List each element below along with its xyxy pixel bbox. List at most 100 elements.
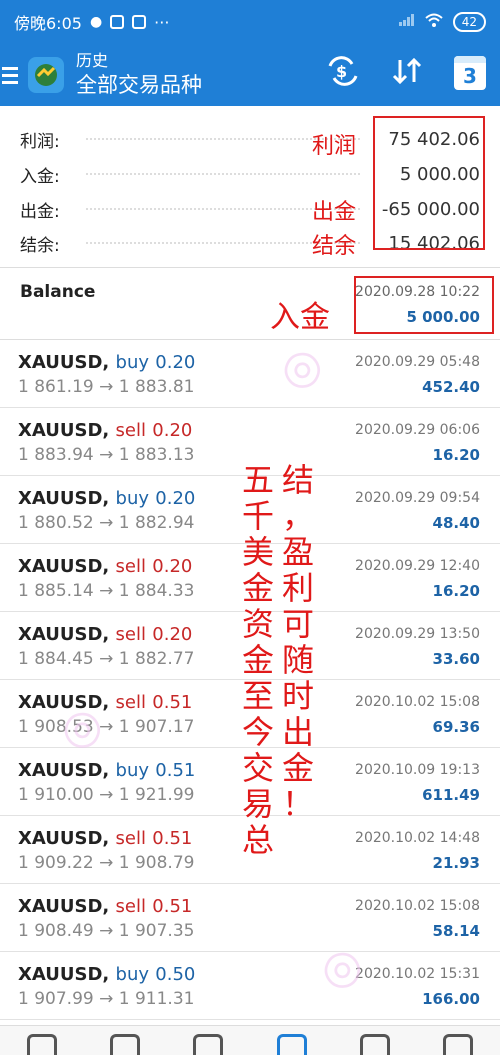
- trade-date: 2020.10.02 15:31: [355, 966, 480, 982]
- trade-date: 2020.09.29 12:40: [355, 558, 480, 574]
- trade-side: sell: [115, 624, 146, 645]
- trade-symbol: XAUUSD, buy 0.20: [18, 352, 195, 373]
- annotation-char: 随: [281, 641, 314, 679]
- wifi-icon: [425, 13, 443, 31]
- trade-symbol-name: XAUUSD,: [18, 420, 110, 441]
- trade-symbol-name: XAUUSD,: [18, 488, 110, 509]
- trade-profit: 58.14: [432, 922, 480, 940]
- trade-profit: 21.93: [432, 854, 480, 872]
- trade-symbol: XAUUSD, sell 0.51: [18, 896, 192, 917]
- trade-profit: 611.49: [422, 786, 480, 804]
- page-title[interactable]: 全部交易品种: [76, 71, 202, 99]
- trade-lots: 0.51: [152, 896, 193, 917]
- trade-date: 2020.10.02 15:08: [355, 898, 480, 914]
- currency-exchange-icon[interactable]: $: [326, 56, 360, 90]
- trade-symbol-name: XAUUSD,: [18, 896, 110, 917]
- notification-icon: [110, 15, 125, 29]
- annotation-deposit: 入金: [270, 300, 330, 335]
- status-time: 傍晚6:05: [14, 14, 82, 33]
- trade-date: 2020.09.29 05:48: [355, 354, 480, 370]
- trade-side: sell: [115, 556, 146, 577]
- trade-row[interactable]: XAUUSD, buy 0.50 1 907.99 → 1 911.31 2020.…: [0, 952, 500, 1020]
- trade-date: 2020.09.29 06:06: [355, 422, 480, 438]
- annotation-char: 美: [241, 533, 274, 571]
- trade-side: buy: [115, 352, 150, 373]
- trade-side: sell: [115, 420, 146, 441]
- trade-icon[interactable]: [193, 1034, 224, 1055]
- trade-symbol: XAUUSD, sell 0.20: [18, 624, 192, 645]
- trade-date: 2020.09.29 09:54: [355, 490, 480, 506]
- annotation-box-balance: [354, 276, 494, 334]
- trade-date: 2020.10.02 14:48: [355, 830, 480, 846]
- annotation-char: 出: [281, 713, 314, 751]
- annotation-profit: 利润: [312, 134, 357, 159]
- history-icon[interactable]: [276, 1034, 307, 1055]
- trade-prices: 1 880.52 → 1 882.94: [18, 513, 195, 533]
- trade-prices: 1 885.14 → 1 884.33: [18, 581, 195, 601]
- trade-profit: 69.36: [432, 718, 480, 736]
- trade-prices: 1 908.49 → 1 907.35: [18, 921, 195, 941]
- trade-prices: 1 861.19 → 1 883.81: [18, 377, 195, 397]
- trade-side: sell: [115, 828, 146, 849]
- trade-symbol-name: XAUUSD,: [18, 828, 110, 849]
- sort-icon[interactable]: [390, 56, 424, 90]
- annotation-box-summary: [373, 116, 485, 250]
- trade-prices: 1 907.99 → 1 911.31: [18, 989, 195, 1009]
- annotation-char: 易: [241, 785, 274, 823]
- news-icon[interactable]: [359, 1034, 390, 1055]
- chart-icon[interactable]: [109, 1034, 140, 1055]
- trade-date: 2020.09.29 13:50: [355, 626, 480, 642]
- trade-profit: 48.40: [432, 514, 480, 532]
- trade-lots: 0.50: [155, 964, 196, 985]
- trade-row[interactable]: XAUUSD, sell 0.51 1 908.49 → 1 907.35 2020…: [0, 884, 500, 952]
- quotes-icon[interactable]: [26, 1034, 57, 1055]
- trade-symbol-name: XAUUSD,: [18, 624, 110, 645]
- annotation-vertical-1: 结，盈利可随时出金！: [280, 462, 316, 822]
- annotation-char: 金: [281, 749, 314, 787]
- annotation-char: 时: [281, 677, 314, 715]
- trade-profit: 33.60: [432, 650, 480, 668]
- trade-lots: 0.20: [152, 624, 193, 645]
- trade-profit: 16.20: [432, 446, 480, 464]
- trade-symbol: XAUUSD, sell 0.20: [18, 420, 192, 441]
- annotation-char: 金: [241, 641, 274, 679]
- trade-symbol-name: XAUUSD,: [18, 556, 110, 577]
- signal-icon: [398, 14, 415, 30]
- trade-date: 2020.10.09 19:13: [355, 762, 480, 778]
- annotation-char: 今: [241, 713, 274, 751]
- app-logo-icon: [28, 57, 64, 93]
- status-bar: 傍晚6:05 ● ··· 42: [0, 0, 500, 44]
- trade-lots: 0.20: [155, 488, 196, 509]
- battery-indicator: 42: [452, 12, 486, 32]
- trade-prices: 1 910.00 → 1 921.99: [18, 785, 195, 805]
- trade-date: 2020.10.02 15:08: [355, 694, 480, 710]
- trade-symbol-name: XAUUSD,: [18, 964, 110, 985]
- trade-row[interactable]: XAUUSD, buy 0.20 1 861.19 → 1 883.81 2020.…: [0, 340, 500, 408]
- menu-icon[interactable]: [0, 63, 22, 88]
- annotation-char: 至: [241, 677, 274, 715]
- more-notifications: ···: [154, 12, 170, 32]
- trade-side: sell: [115, 896, 146, 917]
- summary-label: 出金:: [20, 201, 60, 222]
- annotation-vertical-2: 五千美金资金至今交易总: [240, 462, 276, 858]
- trade-prices: 1 883.94 → 1 883.13: [18, 445, 195, 465]
- trade-lots: 0.51: [152, 828, 193, 849]
- trade-symbol-name: XAUUSD,: [18, 352, 110, 373]
- notification-icon-2: [132, 15, 147, 29]
- balance-row[interactable]: Balance 2020.09.28 10:22 5 000.00 入金: [0, 268, 500, 340]
- annotation-withdraw: 出金: [312, 200, 357, 225]
- trade-side: buy: [115, 760, 150, 781]
- trade-symbol: XAUUSD, buy 0.50: [18, 964, 195, 985]
- balance-title: Balance: [20, 282, 96, 302]
- annotation-char: 利: [281, 569, 314, 607]
- chat-icon[interactable]: [443, 1034, 474, 1055]
- trade-symbol: XAUUSD, sell 0.51: [18, 828, 192, 849]
- trade-symbol-name: XAUUSD,: [18, 760, 110, 781]
- trade-symbol: XAUUSD, buy 0.51: [18, 760, 195, 781]
- summary-label: 利润:: [20, 131, 60, 152]
- calendar-icon[interactable]: 3: [454, 56, 486, 90]
- page-subtitle: 历史: [76, 51, 109, 70]
- annotation-char: 金: [241, 569, 274, 607]
- annotation-char: 千: [241, 497, 274, 535]
- trade-side: buy: [115, 488, 150, 509]
